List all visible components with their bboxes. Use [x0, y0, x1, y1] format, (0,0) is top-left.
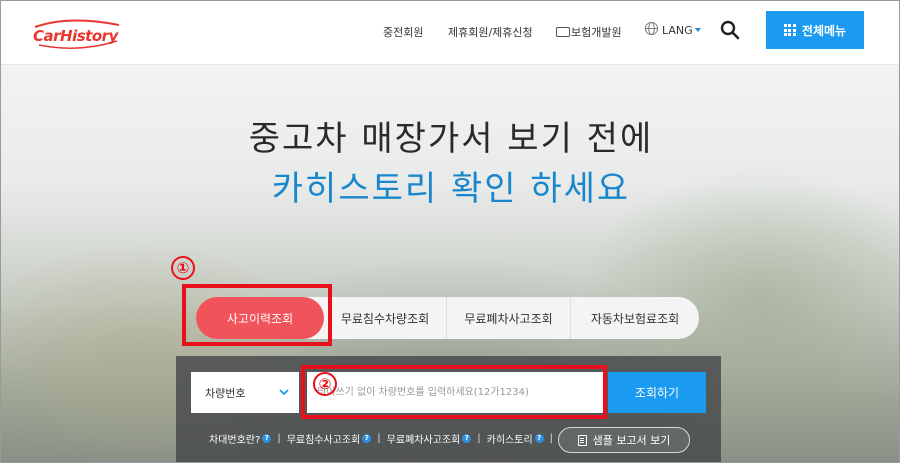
- search-type-value: 차량번호: [205, 386, 246, 400]
- insurance-logo-icon: [556, 27, 570, 37]
- caret-down-icon: [694, 28, 701, 32]
- all-menu-label: 전체메뉴: [801, 23, 847, 38]
- lang-label: LANG: [662, 24, 693, 37]
- nav-insurance-label: 보험개발원: [571, 26, 622, 39]
- site-header: CarHistory 중전회원 제휴회원/제휴신청 보험개발원 LANG 전체메…: [1, 1, 899, 65]
- service-tabs: 사고이력조회 무료침수차량조회 무료폐차사고조회 자동차보험료조회: [196, 297, 699, 339]
- help-icon: ?: [462, 433, 472, 443]
- separator: |: [549, 432, 554, 444]
- help-icon: ?: [362, 433, 372, 443]
- separator: |: [477, 432, 481, 444]
- separator: |: [377, 432, 381, 444]
- annotation-number-2: ②: [313, 372, 337, 396]
- link-vin-info[interactable]: 차대번호란??: [209, 431, 272, 446]
- logo-text: CarHistory: [33, 27, 118, 45]
- search-submit-button[interactable]: 조회하기: [608, 372, 706, 413]
- chevron-down-icon: [279, 389, 289, 396]
- page: CarHistory 중전회원 제휴회원/제휴신청 보험개발원 LANG 전체메…: [0, 0, 900, 463]
- tab-insurance-premium[interactable]: 자동차보험료조회: [570, 297, 699, 339]
- carhistory-logo[interactable]: CarHistory: [29, 17, 125, 49]
- help-icon: ?: [534, 433, 544, 443]
- document-icon: [577, 434, 587, 446]
- nav-lang[interactable]: LANG: [662, 24, 701, 37]
- all-menu-button[interactable]: 전체메뉴: [766, 11, 864, 49]
- plate-number-input[interactable]: [307, 372, 603, 413]
- help-icon: ?: [262, 433, 272, 443]
- nav-insurance-dev[interactable]: 보험개발원: [556, 24, 622, 40]
- link-vin-label: 차대번호란?: [209, 434, 261, 446]
- sample-report-label: 샘플 보고서 보기: [592, 434, 671, 447]
- link-carhistory-label: 카히스토리: [486, 434, 533, 446]
- separator: |: [277, 432, 281, 444]
- annotation-number-1: ①: [171, 256, 195, 280]
- hero-headline: 중고차 매장가서 보기 전에: [248, 119, 654, 159]
- tab-scrapped-vehicle[interactable]: 무료폐차사고조회: [446, 297, 570, 339]
- link-free-scrap-label: 무료폐차사고조회: [386, 434, 461, 446]
- nav-charge-member[interactable]: 중전회원: [383, 24, 423, 40]
- link-free-scrap[interactable]: 무료폐차사고조회?: [387, 431, 472, 446]
- search-icon[interactable]: [719, 19, 741, 41]
- search-type-select[interactable]: 차량번호: [191, 372, 299, 413]
- hero-subheadline: 카히스토리 확인 하세요: [271, 169, 631, 209]
- tab-accident-history[interactable]: 사고이력조회: [196, 297, 324, 339]
- tab-flood-vehicle[interactable]: 무료침수차량조회: [324, 297, 446, 339]
- link-carhistory[interactable]: 카히스토리?: [487, 431, 544, 446]
- link-free-flood[interactable]: 무료침수사고조회?: [287, 431, 372, 446]
- helper-links: 차대번호란?? | 무료침수사고조회? | 무료폐차사고조회? | 카히스토리?…: [209, 431, 559, 446]
- nav-partner[interactable]: 제휴회원/제휴신청: [448, 24, 533, 40]
- link-free-flood-label: 무료침수사고조회: [286, 434, 361, 446]
- grid-icon: [783, 24, 796, 36]
- sample-report-button[interactable]: 샘플 보고서 보기: [558, 427, 690, 453]
- globe-icon: [644, 21, 659, 36]
